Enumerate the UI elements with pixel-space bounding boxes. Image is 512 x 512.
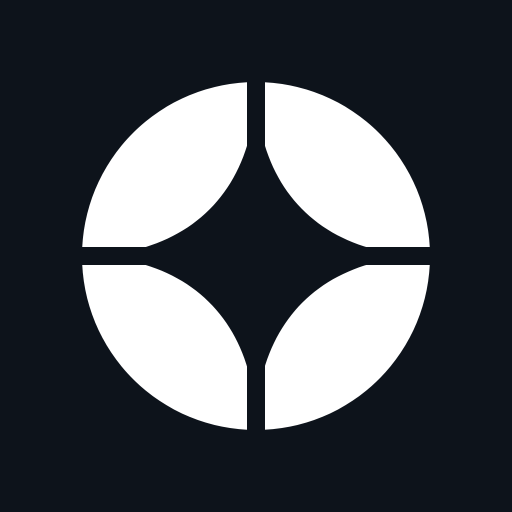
four-point-star-circle-logo-icon <box>70 70 442 442</box>
logo-horizontal-gap <box>70 247 442 265</box>
app-icon-canvas <box>0 0 512 512</box>
